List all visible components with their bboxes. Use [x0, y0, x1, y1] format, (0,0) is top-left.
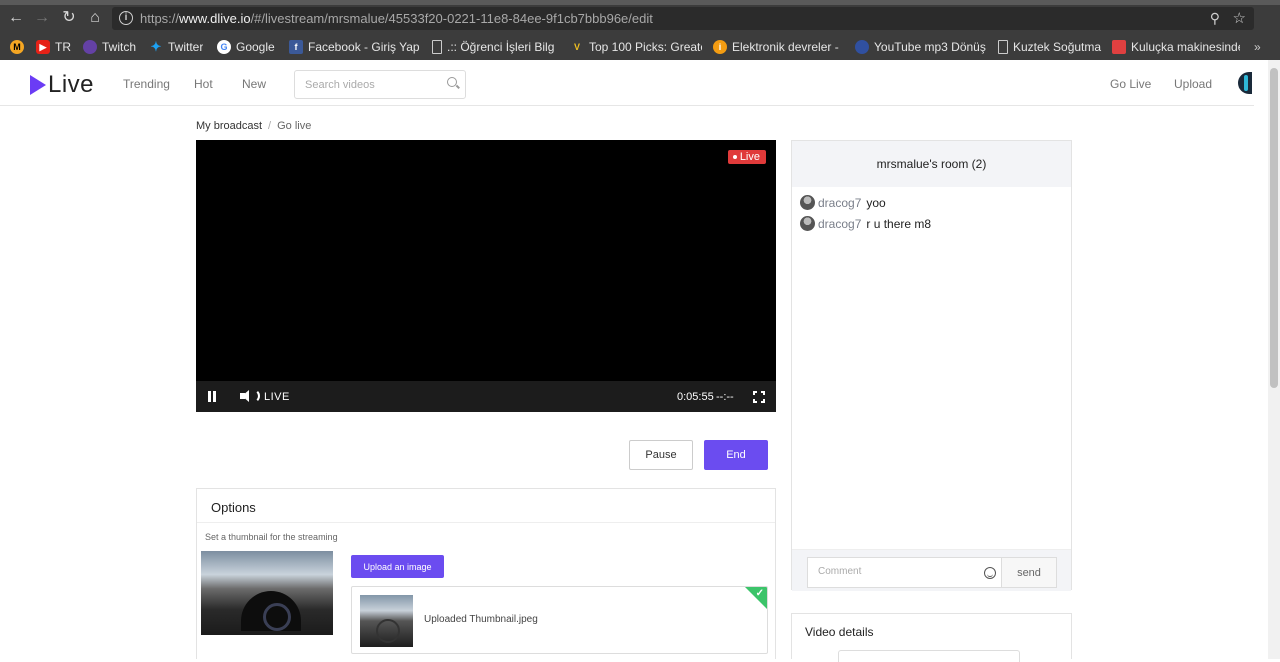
back-arrow-icon[interactable]: ← [6, 8, 26, 28]
nav-upload[interactable]: Upload [1174, 77, 1212, 91]
browser-chrome: ← → ↻ ⌂ i https://www.dlive.io/#/livestr… [0, 0, 1280, 60]
page-icon [998, 40, 1008, 54]
bookmark-tr[interactable]: ▶ TR [36, 39, 71, 55]
bookmark-facebook[interactable]: f Facebook - Giriş Yap [289, 39, 429, 55]
bookmark-google[interactable]: G Google [217, 39, 275, 55]
twitter-icon: ✦ [150, 39, 162, 54]
chat-text: yoo [866, 195, 886, 210]
zoom-icon[interactable]: ⚲ [1210, 10, 1220, 27]
video-details-title: Video details [805, 625, 874, 639]
v-icon: V [573, 42, 580, 52]
comment-input[interactable] [818, 566, 968, 577]
red-grid-icon [1112, 40, 1126, 54]
tab-strip [0, 0, 1280, 5]
avatar[interactable] [800, 195, 815, 210]
nav-new[interactable]: New [242, 77, 266, 91]
live-dot-icon [732, 155, 737, 159]
emoji-icon[interactable] [984, 567, 996, 579]
pause-icon[interactable] [207, 391, 217, 402]
send-button[interactable]: send [1002, 557, 1057, 588]
duration: --:-- [716, 391, 734, 403]
site-header: Live Trending Hot New Go Live Upload [0, 60, 1254, 106]
chat-input-area: send [792, 549, 1071, 591]
info-circle-icon: i [713, 40, 727, 54]
search-box [294, 70, 466, 99]
end-button[interactable]: End [704, 440, 768, 470]
chat-username[interactable]: dracog7 [818, 196, 861, 210]
elapsed-time: 0:05:55 [677, 391, 714, 403]
forward-arrow-icon[interactable]: → [32, 8, 52, 28]
options-panel: Options Set a thumbnail for the streamin… [196, 488, 776, 659]
user-avatar[interactable] [1238, 72, 1252, 94]
breadcrumb-go-live: Go live [277, 120, 312, 132]
youtube-icon: ▶ [36, 40, 50, 54]
facebook-icon: f [289, 40, 303, 54]
live-label: LIVE [264, 391, 290, 403]
home-icon[interactable]: ⌂ [85, 8, 105, 28]
details-field[interactable] [838, 650, 1020, 662]
app-logo-icon: M [10, 40, 24, 54]
play-logo-icon [30, 75, 46, 95]
google-icon: G [217, 40, 231, 54]
comment-box [807, 557, 1002, 588]
video-details-panel: Video details [791, 613, 1072, 662]
address-bar[interactable]: i https://www.dlive.io/#/livestream/mrsm… [112, 7, 1254, 30]
star-icon[interactable]: ☆ [1233, 9, 1246, 27]
nav-trending[interactable]: Trending [123, 77, 170, 91]
chat-room: mrsmalue's room (2) dracog7 yoo dracog7 … [791, 140, 1072, 591]
twitch-icon [83, 40, 97, 54]
page-scrollbar[interactable] [1268, 60, 1280, 659]
video-player[interactable]: Live LIVE 0:05:55 --:-- [196, 140, 776, 412]
uploaded-filename: Uploaded Thumbnail.jpeg [424, 614, 538, 625]
bookmark-apps[interactable]: M [10, 39, 24, 55]
url-text[interactable]: https://www.dlive.io/#/livestream/mrsmal… [140, 11, 653, 26]
bookmark-kulucka[interactable]: Kuluçka makinesinde [1112, 39, 1240, 55]
scrollbar-thumb[interactable] [1270, 68, 1278, 388]
player-controls: LIVE 0:05:55 --:-- [196, 381, 776, 412]
pause-button[interactable]: Pause [629, 440, 693, 470]
bookmarks-overflow-icon[interactable]: » [1254, 39, 1261, 55]
info-icon[interactable]: i [119, 11, 133, 25]
bookmark-kuztek[interactable]: Kuztek Soğutma [998, 39, 1104, 55]
thumbnail-label: Set a thumbnail for the streaming [205, 532, 338, 542]
fullscreen-icon[interactable] [753, 391, 765, 403]
nav-go-live[interactable]: Go Live [1110, 77, 1151, 91]
page-icon [432, 40, 442, 54]
globe-icon [855, 40, 869, 54]
live-badge: Live [727, 150, 766, 164]
search-icon[interactable] [447, 77, 457, 87]
bookmark-twitter[interactable]: ✦ Twitter [149, 39, 204, 55]
chat-username[interactable]: dracog7 [818, 217, 861, 231]
upload-image-button[interactable]: Upload an image [351, 555, 444, 578]
uploaded-thumbnail-card: Uploaded Thumbnail.jpeg ✓ [351, 586, 768, 654]
volume-wave-icon [252, 389, 260, 403]
nav-hot[interactable]: Hot [194, 77, 213, 91]
uploaded-thumbnail-image [360, 595, 413, 647]
avatar[interactable] [800, 216, 815, 231]
check-icon: ✓ [755, 588, 764, 599]
bookmark-elektronik[interactable]: i Elektronik devreler - [713, 39, 843, 55]
bookmark-youtube-mp3[interactable]: YouTube mp3 Dönüş [855, 39, 987, 55]
options-title: Options [197, 489, 775, 523]
reload-icon[interactable]: ↻ [59, 8, 79, 28]
bookmark-twitch[interactable]: Twitch [83, 39, 136, 55]
chat-room-title: mrsmalue's room (2) [792, 141, 1071, 187]
bookmarks-bar: M ▶ TR Twitch ✦ Twitter G Google f Facebook … [0, 36, 1280, 58]
chat-message: dracog7 r u there m8 [800, 216, 931, 231]
chat-message: dracog7 yoo [800, 195, 886, 210]
thumbnail-preview [201, 551, 333, 635]
bookmark-top100[interactable]: V Top 100 Picks: Greate [570, 39, 702, 55]
chat-text: r u there m8 [866, 216, 932, 231]
dlive-logo[interactable]: Live [30, 71, 94, 99]
page: Live Trending Hot New Go Live Upload My … [0, 60, 1268, 662]
search-input[interactable] [305, 77, 435, 93]
bookmark-ogrenci[interactable]: .:: Öğrenci İşleri Bilgi [432, 39, 554, 55]
breadcrumb: My broadcast / Go live [196, 120, 312, 132]
breadcrumb-my-broadcast[interactable]: My broadcast [196, 120, 262, 132]
